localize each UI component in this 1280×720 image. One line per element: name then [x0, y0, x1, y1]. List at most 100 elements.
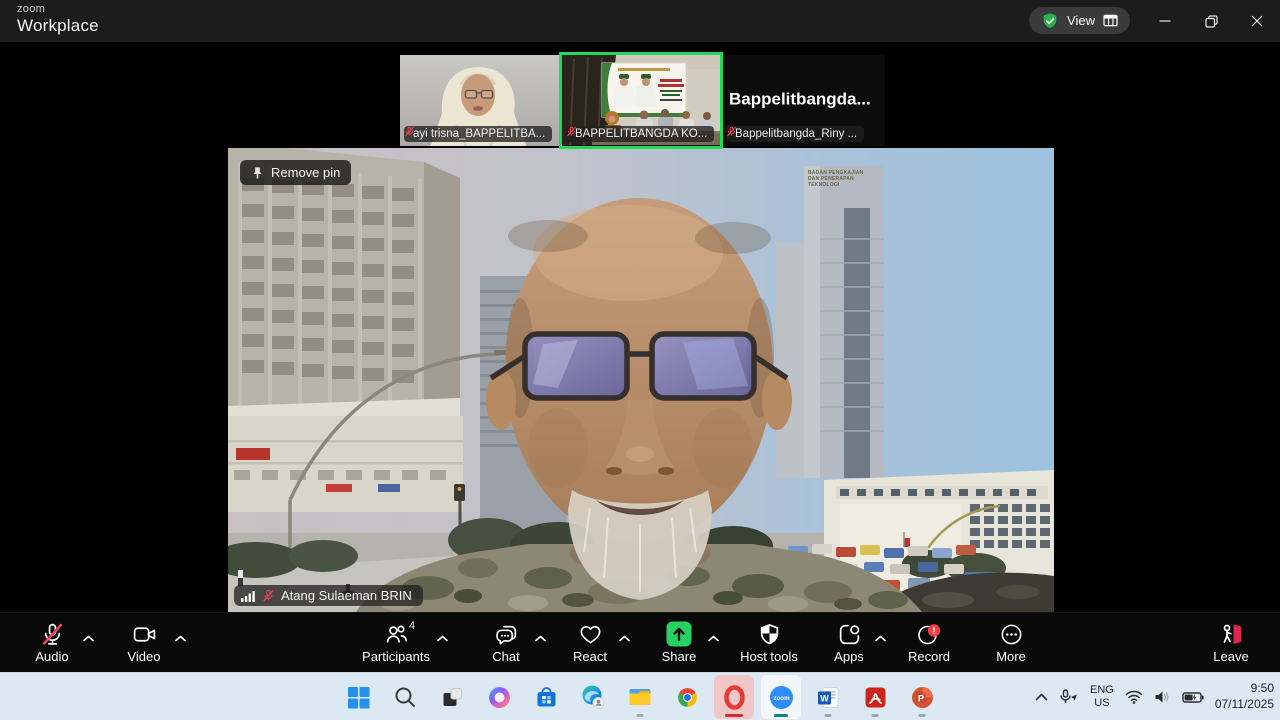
- close-button[interactable]: [1234, 0, 1280, 42]
- search-icon: [393, 685, 417, 709]
- host-tools-label: Host tools: [740, 649, 798, 664]
- pinned-main-video[interactable]: BADAN PENGKAJIAN DAN PENERAPAN TEKNOLOGI…: [228, 148, 1054, 612]
- record-button[interactable]: ! Record: [896, 620, 962, 664]
- network-signal-icon: [241, 590, 256, 602]
- titlebar: zoom Workplace View: [0, 0, 1280, 42]
- zoom-app-button[interactable]: zoom: [761, 675, 801, 719]
- video-tile-bappelitbangda-riny[interactable]: Bappelitbangda... Bappelitbangda_Riny ..…: [722, 55, 885, 146]
- task-view-icon: [440, 685, 465, 710]
- host-tools-button[interactable]: Host tools: [724, 620, 814, 664]
- apps-options-chevron[interactable]: [875, 629, 886, 647]
- apps-button[interactable]: Apps: [818, 620, 880, 664]
- pinned-participant-name-text: Atang Sulaeman BRIN: [281, 588, 412, 603]
- participant-name-text: BAPPELITBANGDA KO...: [575, 128, 707, 140]
- start-button[interactable]: [338, 675, 378, 719]
- tray-mic-in-use-icon[interactable]: [1059, 689, 1079, 705]
- minimize-button[interactable]: [1142, 0, 1188, 42]
- word-icon: W: [816, 685, 841, 710]
- powerpoint-button[interactable]: P: [902, 675, 942, 719]
- brand-zoom-text: zoom: [17, 4, 99, 15]
- microsoft-store-button[interactable]: [526, 675, 566, 719]
- tray-date: 07/11/2025: [1215, 697, 1274, 713]
- edge-button[interactable]: [573, 675, 613, 719]
- acrobat-button[interactable]: [855, 675, 895, 719]
- participants-label: Participants: [362, 649, 430, 664]
- participants-count-badge: 4: [409, 620, 415, 632]
- apps-label: Apps: [834, 649, 864, 664]
- video-options-chevron[interactable]: [175, 629, 186, 647]
- copilot-icon: [487, 685, 512, 710]
- muted-mic-icon: [262, 589, 275, 602]
- restore-button[interactable]: [1188, 0, 1234, 42]
- zoom-workplace-logo: zoom Workplace: [17, 4, 99, 34]
- share-label: Share: [662, 649, 697, 664]
- leave-label: Leave: [1213, 649, 1248, 664]
- clock[interactable]: 9:50 07/11/2025: [1215, 681, 1274, 712]
- security-shield-icon: [1041, 12, 1059, 30]
- chat-label: Chat: [492, 649, 519, 664]
- video-label: Video: [127, 649, 160, 664]
- participant-name-label: BAPPELITBANGDA KO...: [566, 126, 714, 142]
- more-button[interactable]: More: [978, 620, 1044, 664]
- participant-name-text: ayi trisna_BAPPELITBA...: [413, 128, 545, 140]
- zoom-meeting-window: zoom Workplace View: [0, 0, 1280, 720]
- react-options-chevron[interactable]: [619, 629, 630, 647]
- volume-icon[interactable]: [1154, 690, 1171, 704]
- share-screen-icon: [666, 621, 692, 647]
- remove-pin-label: Remove pin: [271, 165, 340, 180]
- brand-workplace-text: Workplace: [17, 17, 99, 34]
- copilot-button[interactable]: [479, 675, 519, 719]
- record-badge-text: !: [932, 626, 935, 637]
- leave-button[interactable]: Leave: [1196, 620, 1266, 664]
- share-options-chevron[interactable]: [708, 629, 719, 647]
- system-tray: ENG US 9:50 07/11/2025: [1035, 673, 1274, 720]
- chrome-button[interactable]: [667, 675, 707, 719]
- acrobat-icon: [863, 685, 888, 710]
- react-button[interactable]: React: [556, 620, 624, 664]
- participant-display-name: Bappelitbangda...: [729, 89, 871, 109]
- video-filmstrip: ayi trisna_BAPPELITBA...: [400, 55, 885, 146]
- file-explorer-icon: [627, 684, 653, 710]
- city-street-virtual-background: [228, 148, 1054, 612]
- remove-pin-button[interactable]: Remove pin: [240, 160, 351, 185]
- muted-mic-icon: [40, 622, 65, 647]
- language-indicator[interactable]: ENG US: [1090, 684, 1114, 709]
- view-button[interactable]: View: [1029, 7, 1130, 34]
- share-button[interactable]: Share: [645, 620, 713, 664]
- video-tile-bappelitbangda-meeting-room[interactable]: BAPPELITBANGDA KO...: [562, 55, 720, 146]
- video-button[interactable]: Video: [108, 620, 180, 664]
- view-label: View: [1067, 13, 1095, 28]
- participants-button[interactable]: 4 Participants: [350, 620, 442, 664]
- open-app-indicator: [637, 714, 644, 717]
- audio-options-chevron[interactable]: [83, 629, 94, 647]
- chat-options-chevron[interactable]: [535, 629, 546, 647]
- wifi-icon[interactable]: [1125, 690, 1143, 704]
- tray-chevron-up-icon[interactable]: [1035, 693, 1048, 701]
- language-line2: US: [1090, 697, 1114, 710]
- chat-icon: [494, 622, 519, 647]
- participants-options-chevron[interactable]: [437, 629, 448, 647]
- windows-taskbar: zoom W P E: [0, 672, 1280, 720]
- ppt-letter: P: [917, 693, 924, 704]
- battery-icon[interactable]: [1182, 691, 1204, 704]
- word-letter: W: [820, 693, 829, 703]
- video-tile-ayi-trisna[interactable]: ayi trisna_BAPPELITBA...: [400, 55, 560, 146]
- search-button[interactable]: [385, 675, 425, 719]
- audio-button[interactable]: Audio: [16, 620, 88, 664]
- task-view-button[interactable]: [432, 675, 472, 719]
- gallery-grid-icon: [1103, 14, 1118, 27]
- react-label: React: [573, 649, 607, 664]
- pin-icon: [251, 166, 264, 180]
- active-app-indicator: [774, 714, 788, 717]
- microsoft-store-icon: [534, 685, 559, 710]
- participant-name-label: ayi trisna_BAPPELITBA...: [404, 126, 552, 142]
- bppt-building-sign-text: BADAN PENGKAJIAN DAN PENERAPAN TEKNOLOGI: [808, 170, 870, 188]
- open-app-indicator: [825, 714, 832, 717]
- record-label: Record: [908, 649, 950, 664]
- chat-button[interactable]: Chat: [472, 620, 540, 664]
- audio-label: Audio: [35, 649, 68, 664]
- word-button[interactable]: W: [808, 675, 848, 719]
- open-app-indicator: [872, 714, 879, 717]
- opera-button[interactable]: [714, 675, 754, 719]
- file-explorer-button[interactable]: [620, 675, 660, 719]
